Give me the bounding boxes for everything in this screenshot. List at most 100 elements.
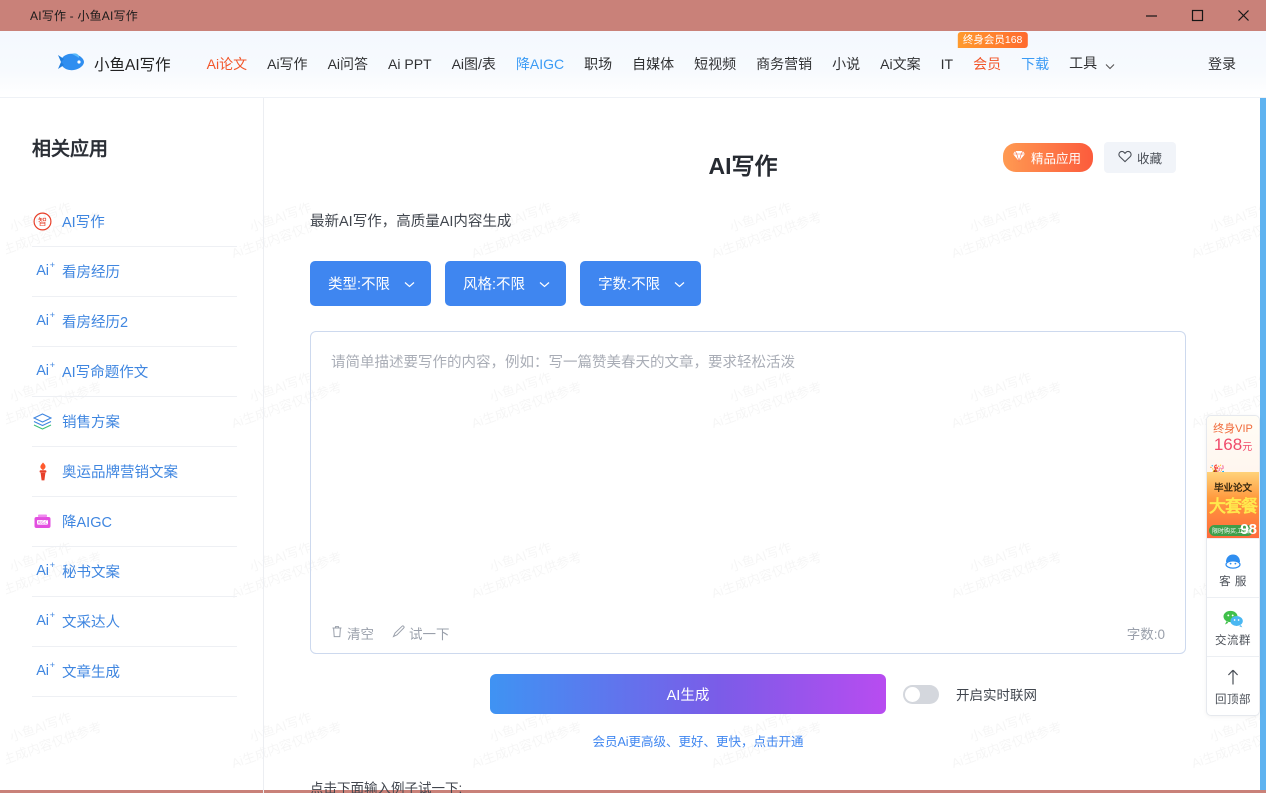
chevron-down-icon (539, 276, 550, 292)
filter-wordcount-dropdown[interactable]: 字数:不限 (580, 261, 701, 306)
sidebar-item-secretary-copy[interactable]: Ai+ 秘书文案 (32, 547, 237, 597)
nav-label: Ai文案 (880, 56, 920, 72)
diamond-icon (1012, 150, 1026, 165)
window-controls (1128, 0, 1266, 31)
fish-logo-icon (58, 51, 86, 78)
prompt-editor[interactable]: 请简单描述要写作的内容，例如：写一篇赞美春天的文章，要求轻松活泼 清空 试一下 (310, 331, 1186, 654)
nav-item-ai-ppt[interactable]: Ai PPT (378, 49, 442, 79)
customer-service-button[interactable]: 客 服 (1207, 538, 1259, 597)
promo-artwork: 毕业论文 大套餐 限时购买,立减 98 (1207, 472, 1259, 538)
nav-item-business-marketing[interactable]: 商务营销 (746, 49, 822, 79)
nav-item-ai-paper[interactable]: Ai论文 (197, 49, 257, 79)
clear-label: 清空 (347, 623, 374, 643)
sidebar-item-house-viewing[interactable]: Ai+ 看房经历 (32, 247, 237, 297)
nav-label: Ai问答 (328, 56, 368, 72)
vip-promo-banner[interactable]: 终身VIP 168元 🎉 毕业论文 大套餐 限时购买,立减 98 (1207, 416, 1259, 538)
filter-style-dropdown[interactable]: 风格:不限 (445, 261, 566, 306)
nav-item-ai-copywriting[interactable]: Ai文案 (870, 49, 930, 79)
nav-item-workplace[interactable]: 职场 (574, 49, 622, 79)
sidebar-item-sales-plan[interactable]: 销售方案 (32, 397, 237, 447)
brand-logo[interactable]: 小鱼AI写作 (58, 51, 171, 78)
nav-item-novel[interactable]: 小说 (822, 49, 870, 79)
sidebar-item-writing-expert[interactable]: Ai+ 文采达人 (32, 597, 237, 647)
nav-item-reduce-aigc[interactable]: 降AIGC (506, 49, 574, 79)
nav-item-member[interactable]: 终身会员168 会员 (963, 49, 1011, 79)
top-navigation: 小鱼AI写作 Ai论文 Ai写作 Ai问答 Ai PPT Ai图/表 降AIGC… (0, 31, 1266, 98)
promo-price-value: 168 (1214, 435, 1242, 454)
close-icon[interactable] (1220, 0, 1266, 31)
char-count: 字数:0 (1127, 623, 1165, 643)
community-group-button[interactable]: 交流群 (1207, 597, 1259, 656)
realtime-web-toggle[interactable] (903, 685, 939, 704)
nav-label: IT (941, 56, 953, 72)
sidebar-item-reduce-aigc[interactable]: AIGC 降AIGC (32, 497, 237, 547)
wechat-icon (1207, 607, 1259, 629)
customer-service-label: 客 服 (1207, 573, 1259, 589)
back-to-top-label: 回顶部 (1207, 691, 1259, 707)
nav-item-it[interactable]: IT (931, 49, 963, 79)
featured-app-badge[interactable]: 精品应用 (1003, 143, 1093, 172)
nav-item-tools[interactable]: 工具 (1059, 48, 1125, 79)
headset-service-icon (1207, 548, 1259, 570)
generate-row: AI生成 开启实时联网 (310, 674, 1186, 714)
aigc-box-icon: AIGC (32, 511, 53, 532)
clear-button[interactable]: 清空 (331, 623, 374, 643)
realtime-web-label: 开启实时联网 (956, 684, 1037, 704)
chevron-down-icon (674, 276, 685, 292)
sidebar-item-label: 秘书文案 (62, 561, 120, 582)
back-to-top-button[interactable]: 回顶部 (1207, 656, 1259, 715)
content-area: 相关应用 智 AI写作 Ai+ 看房经历 Ai+ 看房经历2 (0, 98, 1266, 793)
sidebar-item-ai-writing[interactable]: 智 AI写作 (32, 197, 237, 247)
ai-plus-icon: Ai+ (32, 661, 53, 682)
nav-label: 商务营销 (756, 56, 812, 72)
prompt-input[interactable]: 请简单描述要写作的内容，例如：写一篇赞美春天的文章，要求轻松活泼 (311, 332, 1185, 613)
nav-label: Ai写作 (267, 56, 307, 72)
sidebar-item-ai-essay[interactable]: Ai+ AI写命题作文 (32, 347, 237, 397)
login-button[interactable]: 登录 (1208, 54, 1246, 74)
member-upgrade-link[interactable]: 会员Ai更高级、更好、更快，点击开通 (210, 731, 1186, 750)
window-titlebar: AI写作 - 小鱼AI写作 (0, 0, 1266, 31)
sidebar-item-label: 文采达人 (62, 611, 120, 632)
sidebar-item-house-viewing-2[interactable]: Ai+ 看房经历2 (32, 297, 237, 347)
favorite-button[interactable]: 收藏 (1104, 142, 1176, 173)
ai-plus-icon: Ai+ (32, 311, 53, 332)
ai-plus-icon: Ai+ (32, 561, 53, 582)
top-actions: 精品应用 收藏 (1003, 142, 1176, 173)
main-panel: AI写作 最新AI写作，高质量AI内容生成 类型:不限 风格:不限 字数:不限 (264, 98, 1266, 793)
floating-sidebar: 终身VIP 168元 🎉 毕业论文 大套餐 限时购买,立减 98 (1206, 415, 1260, 716)
sidebar-item-olympic-marketing[interactable]: 奥运品牌营销文案 (32, 447, 237, 497)
nav-label: 自媒体 (632, 56, 674, 72)
heart-icon (1118, 150, 1132, 166)
example-label: 点击下面输入例子试一下: (310, 777, 1186, 793)
pen-icon (392, 625, 405, 641)
try-it-button[interactable]: 试一下 (392, 623, 450, 643)
sidebar-title: 相关应用 (6, 134, 263, 161)
nav-label: Ai PPT (388, 56, 432, 72)
nav-item-download[interactable]: 下载 (1011, 49, 1059, 79)
sidebar-item-label: 销售方案 (62, 411, 120, 432)
nav-label: 短视频 (694, 56, 736, 72)
sidebar-item-label: 奥运品牌营销文案 (62, 461, 178, 482)
community-group-label: 交流群 (1207, 632, 1259, 648)
sidebar-item-article-generate[interactable]: Ai+ 文章生成 (32, 647, 237, 697)
filter-type-dropdown[interactable]: 类型:不限 (310, 261, 431, 306)
nav-item-short-video[interactable]: 短视频 (684, 49, 746, 79)
nav-item-ai-qa[interactable]: Ai问答 (318, 49, 378, 79)
promo-band-package: 大套餐 (1207, 492, 1259, 517)
nav-item-ai-writing[interactable]: Ai写作 (257, 49, 317, 79)
filter-type-label: 类型:不限 (328, 273, 390, 294)
nav-label: 工具 (1069, 55, 1097, 71)
minimize-icon[interactable] (1128, 0, 1174, 31)
svg-text:智: 智 (38, 216, 47, 228)
nav-item-ai-chart[interactable]: Ai图/表 (442, 49, 506, 79)
nav-label: 降AIGC (516, 56, 564, 72)
sidebar-item-label: 看房经历 (62, 261, 120, 282)
nav-label: 职场 (584, 56, 612, 72)
svg-text:AIGC: AIGC (38, 520, 48, 525)
window-title: AI写作 - 小鱼AI写作 (30, 7, 138, 24)
sidebar-item-label: AI写作 (62, 211, 105, 232)
maximize-icon[interactable] (1174, 0, 1220, 31)
trash-icon (331, 625, 343, 641)
ai-generate-button[interactable]: AI生成 (490, 674, 886, 714)
nav-item-self-media[interactable]: 自媒体 (622, 49, 684, 79)
